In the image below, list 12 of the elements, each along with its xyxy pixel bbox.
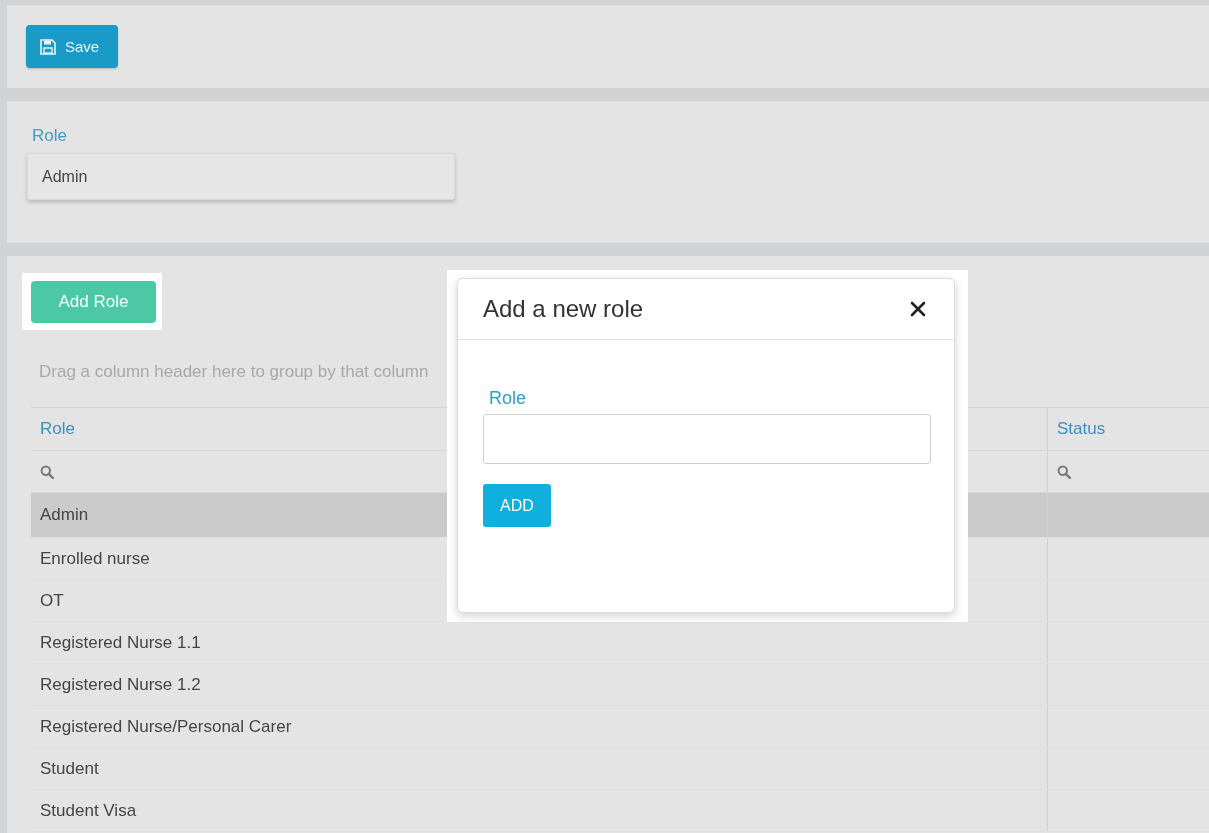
table-cell: Student Visa [40,800,137,821]
table-cell: Registered Nurse/Personal Carer [40,716,292,737]
table-cell: Enrolled nurse [40,548,150,569]
field-label: Role [32,126,67,146]
table-cell: Student [40,758,99,779]
dialog-title: Add a new role [483,295,644,323]
table-cell: Registered Nurse 1.1 [40,632,201,653]
table-cell: OT [40,590,64,611]
table-cell: Registered Nurse 1.2 [40,674,201,695]
field-label: Role [489,388,527,409]
group-hint-text: Drag a column header here to group by that column [39,361,429,383]
table-cell: Admin [40,505,89,525]
